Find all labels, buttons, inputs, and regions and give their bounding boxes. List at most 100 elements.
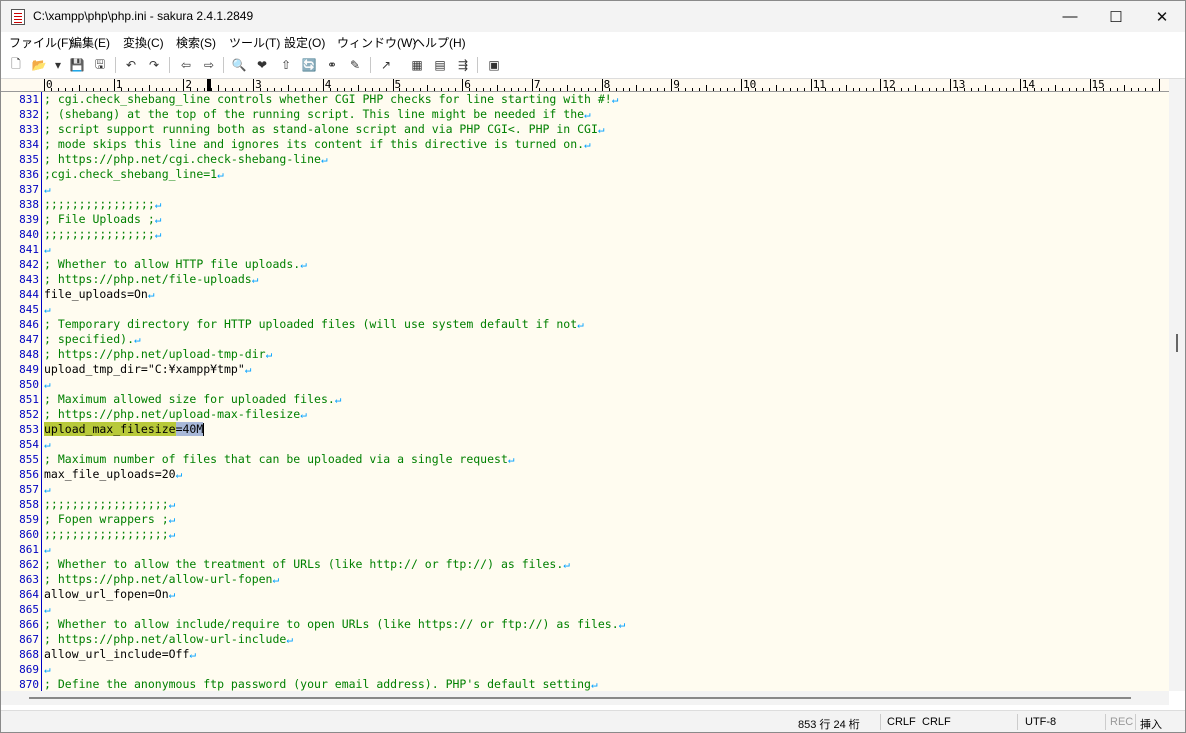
new-file-icon[interactable]: 🗋 (7, 56, 25, 74)
code-line[interactable]: 863 ; https://php.net/allow-url-fopen↵ (1, 572, 1169, 587)
line-number: 869 (19, 663, 39, 676)
code-line[interactable]: 834 ; mode skips this line and ignores it… (1, 137, 1169, 152)
code-line[interactable]: 870 ; Define the anonymous ftp password (… (1, 677, 1169, 691)
menu-tools[interactable]: ツール(T) (229, 34, 280, 51)
code-line[interactable]: 848 ; https://php.net/upload-tmp-dir↵ (1, 347, 1169, 362)
line-text: ; https://php.net/upload-max-filesize↵ (44, 407, 307, 422)
code-line[interactable]: 869 ↵ (1, 662, 1169, 677)
menu-help[interactable]: ヘルプ(H) (413, 34, 466, 51)
code-line[interactable]: 858 ;;;;;;;;;;;;;;;;;;↵ (1, 497, 1169, 512)
save-all-icon[interactable]: 🖫 (91, 56, 109, 74)
code-line[interactable]: 850 ↵ (1, 377, 1169, 392)
code-line[interactable]: 854 ↵ (1, 437, 1169, 452)
maximize-button[interactable]: ☐ (1093, 1, 1139, 32)
grep-icon[interactable]: ⇶ (454, 56, 472, 74)
ruler-tick (991, 88, 993, 91)
search-prev-icon[interactable]: ❤ (253, 56, 271, 74)
code-line[interactable]: 867 ; https://php.net/allow-url-include↵ (1, 632, 1169, 647)
search-next-icon[interactable]: ⇧ (277, 56, 295, 74)
minimize-button[interactable]: — (1047, 1, 1093, 32)
tag-jump-icon[interactable]: ↗ (377, 56, 395, 74)
newline-marker: ↵ (300, 258, 307, 271)
open-file-icon[interactable]: 📂 (30, 56, 48, 74)
eol-type[interactable]: CRLF (887, 716, 916, 728)
code-line[interactable]: 866 ; Whether to allow include/require to… (1, 617, 1169, 632)
outline-icon[interactable]: ▦ (408, 56, 426, 74)
code-line[interactable]: 843 ; https://php.net/file-uploads↵ (1, 272, 1169, 287)
undo-icon[interactable]: ↶ (122, 56, 140, 74)
menu-edit[interactable]: 編集(E) (70, 34, 110, 51)
compare-icon[interactable]: ▤ (431, 56, 449, 74)
code-line[interactable]: 852 ; https://php.net/upload-max-filesize… (1, 407, 1169, 422)
find-all-icon[interactable]: ⚭ (323, 56, 341, 74)
insert-mode[interactable]: 挿入 (1140, 716, 1162, 732)
title-bar[interactable]: C:\xampp\php\php.ini - sakura 2.4.1.2849… (1, 1, 1185, 32)
code-line[interactable]: 855 ; Maximum number of files that can be… (1, 452, 1169, 467)
horizontal-scroll-thumb[interactable] (29, 697, 1131, 699)
newline-marker: ↵ (44, 378, 51, 391)
horizontal-scrollbar[interactable] (1, 691, 1169, 705)
close-button[interactable]: ✕ (1139, 1, 1185, 32)
ruler-tick (922, 88, 924, 91)
code-line[interactable]: 861 ↵ (1, 542, 1169, 557)
redo-icon[interactable]: ↷ (145, 56, 163, 74)
menu-settings[interactable]: 設定(O) (284, 34, 325, 51)
text-editor[interactable]: 831 ; cgi.check_shebang_line controls whe… (1, 92, 1169, 691)
code-line[interactable]: 844 file_uploads=On↵ (1, 287, 1169, 302)
line-number: 835 (19, 153, 39, 166)
code-line[interactable]: 841 ↵ (1, 242, 1169, 257)
code-line[interactable]: 851 ; Maximum allowed size for uploaded f… (1, 392, 1169, 407)
vertical-scrollbar[interactable] (1169, 79, 1185, 691)
code-line[interactable]: 868 allow_url_include=Off↵ (1, 647, 1169, 662)
code-line[interactable]: 857 ↵ (1, 482, 1169, 497)
code-line[interactable]: 856 max_file_uploads=20↵ (1, 467, 1169, 482)
code-line[interactable]: 847 ; specified).↵ (1, 332, 1169, 347)
code-line[interactable]: 845 ↵ (1, 302, 1169, 317)
ruler-tick (392, 79, 394, 91)
code-line[interactable]: 835 ; https://php.net/cgi.check-shebang-l… (1, 152, 1169, 167)
encoding[interactable]: UTF-8 (1025, 716, 1056, 728)
code-line[interactable]: 846 ; Temporary directory for HTTP upload… (1, 317, 1169, 332)
jump-prev-icon[interactable]: ⇦ (177, 56, 195, 74)
code-line[interactable]: 862 ; Whether to allow the treatment of U… (1, 557, 1169, 572)
menu-convert[interactable]: 変換(C) (123, 34, 164, 51)
line-text: ;;;;;;;;;;;;;;;;↵ (44, 227, 161, 242)
line-content: ; specified). (44, 332, 135, 346)
line-number: 862 (19, 558, 39, 571)
vertical-scroll-thumb[interactable] (1176, 334, 1178, 352)
save-icon[interactable]: 💾 (68, 56, 86, 74)
ruler-tick (364, 88, 366, 91)
line-content: ; Whether to allow the treatment of URLs… (44, 557, 564, 571)
ruler-tick (664, 88, 666, 91)
code-line[interactable]: 849 upload_tmp_dir="C:¥xampp¥tmp"↵ (1, 362, 1169, 377)
search-icon[interactable]: 🔍 (230, 56, 248, 74)
code-line[interactable]: 838 ;;;;;;;;;;;;;;;;↵ (1, 197, 1169, 212)
dropdown-icon[interactable]: ▾ (53, 56, 63, 74)
code-line[interactable]: 865 ↵ (1, 602, 1169, 617)
column-ruler[interactable]: 0 1 2 3 4 5 6 7 8 9 10 11 12 13 14 15 (1, 79, 1169, 92)
settings-icon[interactable]: ▣ (485, 56, 503, 74)
replace-icon[interactable]: 🔄 (300, 56, 318, 74)
newline-marker: ↵ (584, 138, 591, 151)
code-line[interactable]: 836 ;cgi.check_shebang_line=1↵ (1, 167, 1169, 182)
eol-type-input[interactable]: CRLF (922, 716, 951, 728)
code-line[interactable]: 837 ↵ (1, 182, 1169, 197)
code-line[interactable]: 859 ; Fopen wrappers ;↵ (1, 512, 1169, 527)
highlight-icon[interactable]: ✎ (346, 56, 364, 74)
code-line[interactable]: 853 upload_max_filesize=40M (1, 422, 1169, 437)
code-line[interactable]: 831 ; cgi.check_shebang_line controls whe… (1, 92, 1169, 107)
line-content: ;;;;;;;;;;;;;;;; (44, 227, 155, 241)
menu-file[interactable]: ファイル(F) (9, 34, 72, 51)
line-text: ↵ (44, 302, 51, 317)
code-line[interactable]: 832 ; (shebang) at the top of the running… (1, 107, 1169, 122)
code-line[interactable]: 833 ; script support running both as stan… (1, 122, 1169, 137)
line-number: 847 (19, 333, 39, 346)
menu-window[interactable]: ウィンドウ(W) (337, 34, 416, 51)
code-line[interactable]: 842 ; Whether to allow HTTP file uploads.… (1, 257, 1169, 272)
menu-search[interactable]: 検索(S) (176, 34, 216, 51)
code-line[interactable]: 840 ;;;;;;;;;;;;;;;;↵ (1, 227, 1169, 242)
code-line[interactable]: 864 allow_url_fopen=On↵ (1, 587, 1169, 602)
code-line[interactable]: 839 ; File Uploads ;↵ (1, 212, 1169, 227)
code-line[interactable]: 860 ;;;;;;;;;;;;;;;;;;↵ (1, 527, 1169, 542)
jump-next-icon[interactable]: ⇨ (200, 56, 218, 74)
